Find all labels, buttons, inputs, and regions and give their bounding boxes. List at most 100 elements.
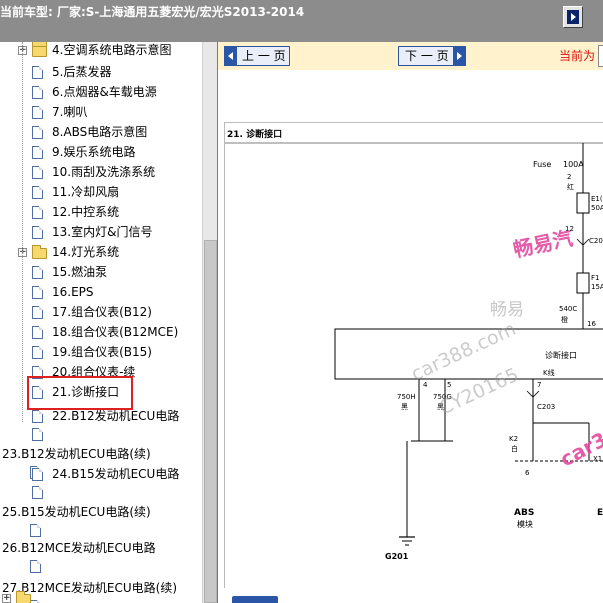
wire-color-orange: 橙: [561, 315, 568, 324]
tree-item[interactable]: 12.中控系统: [0, 202, 200, 222]
prev-page-button[interactable]: 上 一 页: [224, 46, 290, 66]
abs-module-subtitle: 模块: [517, 519, 533, 529]
document-icon: [32, 306, 43, 319]
c2-label: C20: [589, 237, 603, 245]
next-page-label: 下 一 页: [405, 49, 449, 63]
diagram-page: 21. 诊断接口 Fuse 100A 2 红 E1( 50A 12 C20 F1…: [224, 122, 603, 588]
tree-item-label: 23.B12发动机ECU电路(续): [2, 447, 151, 461]
tree-item-label: 18.组合仪表(B12MCE): [52, 325, 179, 339]
document-icon: [30, 560, 41, 573]
tree-item-label: 26.B12MCE发动机ECU电路: [2, 541, 156, 555]
page-indicator-tab[interactable]: [232, 596, 278, 603]
document-icon: [32, 86, 43, 99]
tree-item-label: 5.后蒸发器: [52, 65, 112, 79]
tree-item[interactable]: +14.灯光系统: [0, 242, 200, 262]
pin-6: 6: [525, 469, 530, 477]
tree-item[interactable]: 18.组合仪表(B12MCE): [0, 322, 200, 342]
tree-item-label: 24.B15发动机ECU电路: [52, 467, 180, 481]
pin-5: 5: [447, 381, 451, 389]
pin-7: 7: [537, 381, 541, 389]
folder-icon: [16, 591, 31, 603]
document-icon: [32, 166, 43, 179]
tree-item-label: 16.EPS: [52, 285, 94, 299]
tree-item[interactable]: 24.B15发动机ECU电路: [0, 464, 200, 484]
current-page-label: 当前为: [559, 49, 596, 63]
module-e-partial: E: [597, 508, 603, 518]
tree-item-label: 17.组合仪表(B12): [52, 305, 152, 319]
tree-item[interactable]: 7.喇叭: [0, 102, 200, 122]
wire-color-black-1: 黑: [401, 403, 408, 411]
document-icon: [32, 410, 43, 423]
tree-item-label: 25.B15发动机ECU电路(续): [2, 505, 151, 519]
tree-item-label: 19.组合仪表(B15): [52, 345, 152, 359]
tree-item[interactable]: 23.B12发动机ECU电路(续): [0, 444, 200, 464]
tree-scrollbar[interactable]: [202, 42, 217, 603]
tree-item[interactable]: 5.后蒸发器: [0, 62, 200, 82]
e1-value: 50A: [591, 204, 603, 212]
tree-item[interactable]: 13.室内灯&门信号: [0, 222, 200, 242]
document-icon: [32, 146, 43, 159]
exit-button[interactable]: [563, 6, 583, 28]
tree-item-label: 8.ABS电路示意图: [52, 125, 148, 139]
diagram-viewer: 上 一 页 下 一 页 当前为 21. 诊断接口 Fuse 100A 2 红 E…: [217, 42, 603, 603]
fuse-number: 2: [567, 173, 571, 181]
document-icon: [32, 326, 43, 339]
tree-item-label: 15.燃油泵: [52, 265, 108, 279]
document-icon: [32, 346, 43, 359]
fuse-label: Fuse: [533, 160, 551, 169]
tree-item[interactable]: 16.EPS: [0, 282, 200, 302]
tree-item-label: 11.冷却风扇: [52, 185, 120, 199]
tree-item[interactable]: 15.燃油泵: [0, 262, 200, 282]
diagram-canvas[interactable]: 21. 诊断接口 Fuse 100A 2 红 E1( 50A 12 C20 F1…: [218, 70, 603, 603]
pin-16: 16: [587, 320, 596, 328]
watermark-site-pink: car3: [556, 427, 603, 471]
watermark-brand: 畅易汽: [511, 226, 575, 262]
document-icon: [32, 286, 43, 299]
tree-item[interactable]: 11.冷却风扇: [0, 182, 200, 202]
prev-page-label: 上 一 页: [242, 49, 286, 63]
wire-750h: 750H: [397, 393, 416, 401]
tree-item[interactable]: 8.ABS电路示意图: [0, 122, 200, 142]
tree-item-label: 13.室内灯&门信号: [52, 225, 153, 239]
tree-item[interactable]: 6.点烟器&车载电源: [0, 82, 200, 102]
tree-item[interactable]: 26.B12MCE发动机ECU电路: [0, 538, 200, 558]
tree-item[interactable]: 10.雨刮及洗涤系统: [0, 162, 200, 182]
vehicle-label: 当前车型: 厂家:S-上海通用五菱宏光/宏光S2013-2014: [0, 5, 305, 19]
fuse-rating: 100A: [563, 160, 584, 169]
folder-icon: [32, 43, 47, 57]
next-page-button[interactable]: 下 一 页: [398, 46, 466, 66]
page-nav-bar: 上 一 页 下 一 页 当前为: [218, 42, 603, 70]
tree-item-label: 9.娱乐系统电路: [52, 145, 136, 159]
connector-c203: C203: [537, 403, 555, 411]
wire-color-red: 红: [567, 182, 574, 191]
tree-item-label: 14.灯光系统: [52, 245, 120, 259]
document-icon: [32, 468, 43, 481]
tree-item-label: 6.点烟器&车载电源: [52, 85, 157, 99]
document-icon: [32, 486, 43, 499]
k-line-label: K线: [543, 368, 555, 377]
tree-item[interactable]: +4.空调系统电路示意图: [0, 42, 200, 60]
tree-item[interactable]: 19.组合仪表(B15): [0, 342, 200, 362]
exit-arrow-icon: [567, 10, 579, 24]
chapter-tree: +4.空调系统电路示意图 5.后蒸发器 6.点烟器&车载电源 7.喇叭 8.ABS电路示…: [0, 42, 202, 603]
wire-color-white: 白: [511, 444, 518, 453]
watermark-brand-gray: 畅易: [490, 300, 524, 320]
tree-item[interactable]: 9.娱乐系统电路: [0, 142, 200, 162]
scrollbar-thumb[interactable]: [204, 240, 217, 603]
arrow-left-icon: [225, 47, 237, 65]
expand-toggle-icon[interactable]: +: [2, 594, 11, 603]
abs-module-title: ABS: [514, 508, 534, 518]
wiring-diagram: 21. 诊断接口 Fuse 100A 2 红 E1( 50A 12 C20 F1…: [225, 128, 603, 561]
f1-label: F1: [591, 274, 599, 282]
tree-item-label: 7.喇叭: [52, 105, 88, 119]
document-icon: [32, 66, 43, 79]
tree-item[interactable]: 25.B15发动机ECU电路(续): [0, 502, 200, 522]
document-icon: [30, 524, 41, 537]
wire-k2: K2: [509, 435, 518, 443]
folder-icon: [32, 245, 47, 259]
ground-g201: G201: [385, 552, 409, 561]
tree-item-label: 12.中控系统: [52, 205, 120, 219]
tree-item[interactable]: 17.组合仪表(B12): [0, 302, 200, 322]
document-icon: [32, 206, 43, 219]
current-page-field[interactable]: [598, 45, 603, 67]
